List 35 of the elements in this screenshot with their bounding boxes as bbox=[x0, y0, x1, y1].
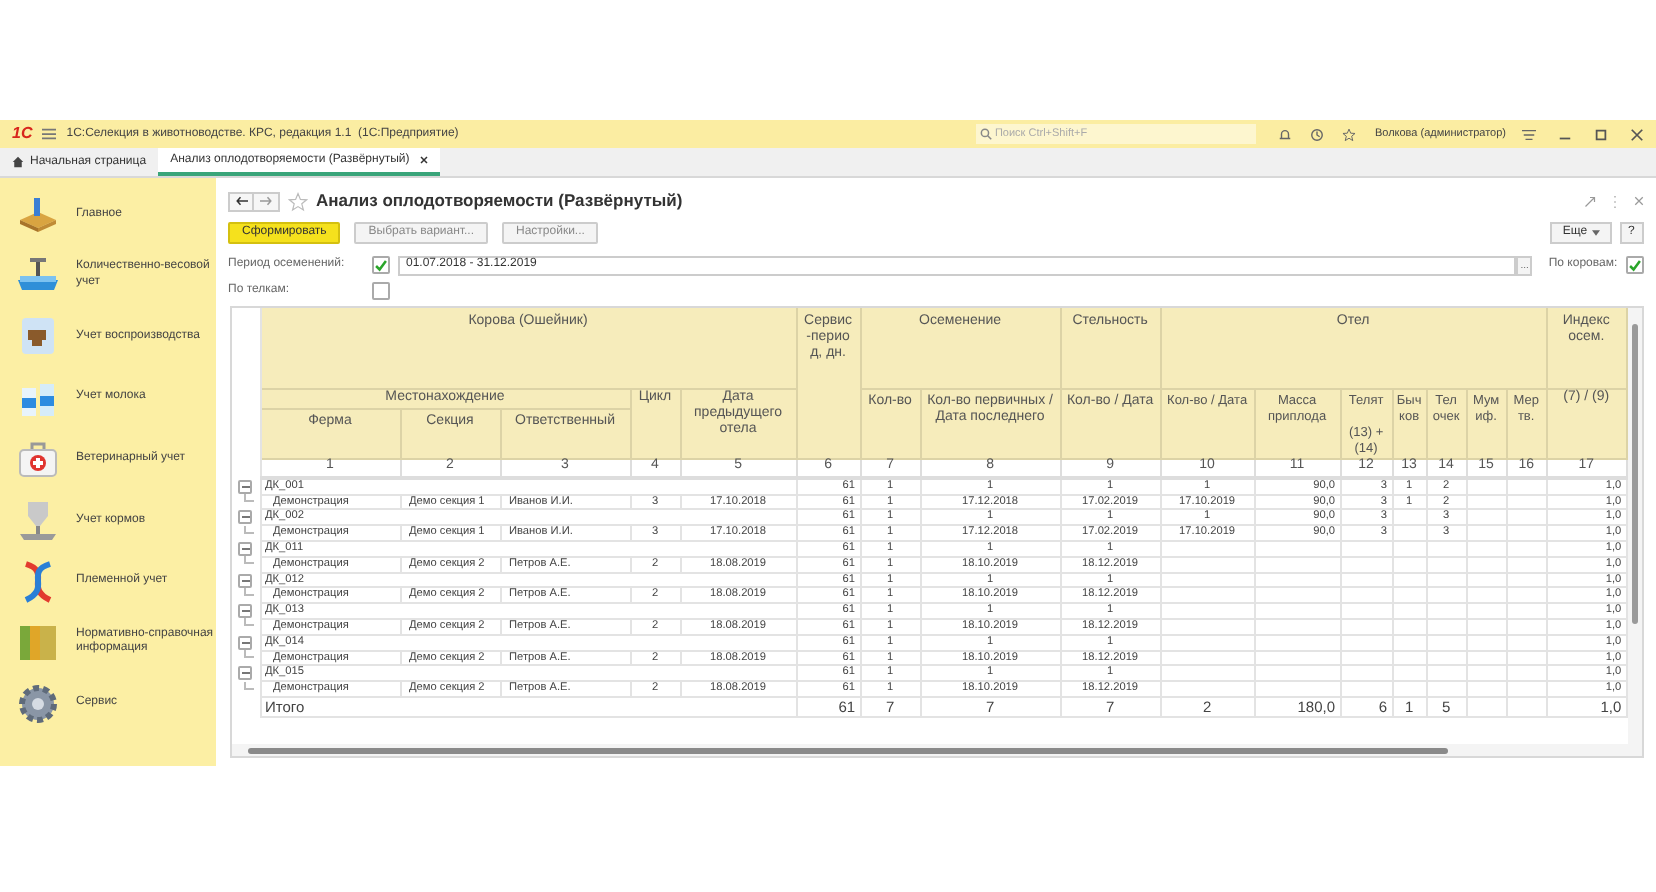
collapse-icon[interactable] bbox=[238, 510, 252, 525]
heifers-checkbox[interactable] bbox=[372, 282, 390, 300]
bell-icon[interactable] bbox=[1278, 127, 1293, 141]
back-button[interactable] bbox=[228, 191, 254, 211]
collapse-icon[interactable] bbox=[238, 666, 252, 681]
collapse-icon[interactable] bbox=[238, 573, 252, 588]
maximize-icon[interactable] bbox=[1594, 127, 1608, 141]
collapse-icon[interactable] bbox=[238, 604, 252, 619]
gear-icon bbox=[16, 682, 60, 727]
home-icon bbox=[12, 156, 24, 168]
left-arrow-icon bbox=[235, 196, 247, 206]
close-icon[interactable] bbox=[419, 156, 428, 164]
menu-icon[interactable] bbox=[42, 128, 57, 140]
hopper-icon bbox=[16, 498, 60, 543]
history-icon[interactable] bbox=[1310, 127, 1325, 141]
right-arrow-icon bbox=[260, 196, 272, 206]
logo: 1С bbox=[12, 122, 33, 146]
collapse-icon[interactable] bbox=[238, 635, 252, 650]
card-icon bbox=[16, 314, 60, 359]
collapse-icon[interactable] bbox=[238, 479, 252, 493]
menu-icon[interactable] bbox=[1522, 127, 1536, 141]
close-icon[interactable] bbox=[1630, 127, 1644, 141]
search-icon bbox=[980, 128, 993, 140]
cows-checkbox[interactable] bbox=[1625, 256, 1644, 274]
star-icon[interactable] bbox=[288, 191, 308, 211]
form-title: Анализ оплодотворяемости (Развёрнутый) bbox=[316, 188, 683, 214]
first-aid-kit-icon bbox=[16, 437, 60, 482]
binders-icon bbox=[16, 620, 60, 665]
collapse-icon[interactable] bbox=[238, 541, 252, 556]
horizontal-scrollbar[interactable] bbox=[232, 744, 1642, 756]
link-icon[interactable] bbox=[1583, 195, 1596, 207]
caret-icon bbox=[1591, 230, 1600, 236]
star-icon[interactable] bbox=[1342, 127, 1357, 141]
desk-icon bbox=[16, 192, 60, 237]
period-checkbox[interactable] bbox=[372, 256, 390, 274]
